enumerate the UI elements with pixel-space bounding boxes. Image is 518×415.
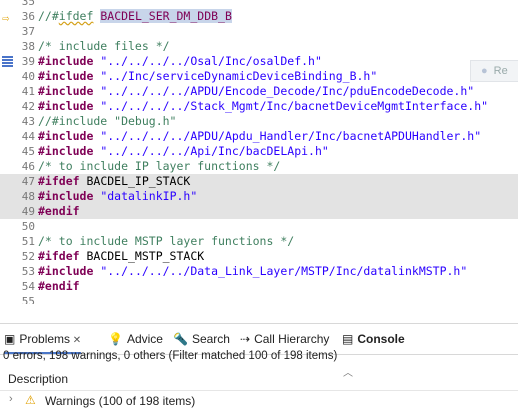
line-number: 50 <box>21 220 35 233</box>
code-line[interactable]: 55 <box>0 294 518 304</box>
description-column-label: Description <box>8 372 69 386</box>
line-number: 35 <box>21 0 35 8</box>
line-number: 41 <box>21 85 35 98</box>
code-text: #include "../Inc/serviceDynamicDeviceBin… <box>38 69 378 83</box>
tab-label: Call Hierarchy <box>254 332 330 346</box>
line-number: 36 <box>21 10 35 23</box>
sort-chevron-icon: ︿ <box>343 368 353 379</box>
code-text: #include "../../../../Stack_Mgmt/Inc/bac… <box>38 99 489 113</box>
code-text: #endif <box>38 204 80 218</box>
code-line[interactable]: 49 #endif <box>0 204 518 219</box>
code-line[interactable]: 46/* to include IP layer functions */ <box>0 159 518 174</box>
problems-column-header[interactable]: Description ︿ <box>0 368 518 391</box>
close-tab-icon[interactable]: ✕ <box>70 335 81 346</box>
line-number: 37 <box>21 25 35 38</box>
code-text: //#include "Debug.h" <box>38 114 177 128</box>
code-line[interactable]: 50 <box>0 219 518 234</box>
line-number: 49 <box>21 205 35 218</box>
code-line[interactable]: 40 #include "../Inc/serviceDynamicDeviceB… <box>0 69 518 84</box>
code-text: //#ifdef BACDEL_SER_DM_DDB_B <box>38 9 232 23</box>
problems-status: 0 errors, 198 warnings, 0 others (Filter… <box>3 350 338 362</box>
code-text: #ifdef BACDEL_IP_STACK <box>38 174 191 188</box>
line-number: 38 <box>21 40 35 53</box>
code-editor[interactable]: 35 36//#ifdef BACDEL_SER_DM_DDB_B ⇨ 37 38/* … <box>0 0 518 304</box>
line-number: 42 <box>21 100 35 113</box>
code-line[interactable]: 54 #endif <box>0 279 518 294</box>
bookmark-marker-icon[interactable] <box>2 56 13 67</box>
line-number: 40 <box>21 70 35 83</box>
expand-chevron-icon[interactable]: › <box>9 393 13 405</box>
code-line[interactable]: 36//#ifdef BACDEL_SER_DM_DDB_B ⇨ <box>0 9 518 24</box>
code-text: #include "../../../../APDU/Apdu_Handler/… <box>38 129 482 143</box>
code-line[interactable]: 47 #ifdef BACDEL_IP_STACK <box>0 174 518 189</box>
code-line[interactable]: 35 <box>0 0 518 9</box>
line-number: 43 <box>21 115 35 128</box>
code-line[interactable]: 41 #include "../../../../APDU/Encode_Deco… <box>0 84 518 99</box>
code-text: #include "../../../../Osal/Inc/osalDef.h… <box>38 54 322 68</box>
code-line[interactable]: 38/* include files */ <box>0 39 518 54</box>
line-number: 46 <box>21 160 35 173</box>
code-text: #include "../../../../Data_Link_Layer/MS… <box>38 264 468 278</box>
code-text: #endif <box>38 279 80 293</box>
warning-icon: ⚠ <box>25 393 36 407</box>
editor-scrollbar[interactable] <box>502 0 518 304</box>
tab-console[interactable]: ▤ Console <box>342 324 405 354</box>
code-line[interactable]: 53 #include "../../../../Data_Link_Layer/… <box>0 264 518 279</box>
tab-label: Console <box>357 332 405 346</box>
problems-row-warnings[interactable]: › ⚠ Warnings (100 of 198 items) <box>0 392 518 410</box>
line-number: 48 <box>21 190 35 203</box>
console-icon: ▤ <box>342 332 354 346</box>
line-number: 54 <box>21 280 35 293</box>
code-line[interactable]: 45 #include "../../../../Api/Inc/bacDELAp… <box>0 144 518 159</box>
code-line[interactable]: 48 #include "datalinkIP.h" <box>0 189 518 204</box>
line-number: 47 <box>21 175 35 188</box>
warnings-label: Warnings (100 of 198 items) <box>45 394 196 408</box>
line-number: 55 <box>21 295 35 304</box>
line-number: 39 <box>21 55 35 68</box>
line-number: 44 <box>21 130 35 143</box>
code-line[interactable]: 43//#include "Debug.h" <box>0 114 518 129</box>
code-line[interactable]: 37 <box>0 24 518 39</box>
code-line[interactable]: 51/* to include MSTP layer functions */ <box>0 234 518 249</box>
code-text: #ifdef BACDEL_MSTP_STACK <box>38 249 205 263</box>
current-position-arrow-icon: ⇨ <box>2 11 10 25</box>
code-text: /* to include MSTP layer functions */ <box>38 234 295 248</box>
code-line[interactable]: 52 #ifdef BACDEL_MSTP_STACK <box>0 249 518 264</box>
code-text: /* include files */ <box>38 39 170 53</box>
code-line[interactable]: 44 #include "../../../../APDU/Apdu_Handle… <box>0 129 518 144</box>
line-number: 51 <box>21 235 35 248</box>
line-number: 45 <box>21 145 35 158</box>
code-text: #include "datalinkIP.h" <box>38 189 198 203</box>
code-text: #include "../../../../Api/Inc/bacDELApi.… <box>38 144 329 158</box>
line-number: 52 <box>21 250 35 263</box>
code-line[interactable]: 42 #include "../../../../Stack_Mgmt/Inc/b… <box>0 99 518 114</box>
tab-label: Advice <box>126 332 163 346</box>
code-text: /* to include IP layer functions */ <box>38 159 281 173</box>
tab-label: Problems <box>19 332 71 346</box>
code-line[interactable]: 39 #include "../../../../Osal/Inc/osalDef… <box>0 54 518 69</box>
tab-label: Search <box>191 332 230 346</box>
code-text: #include "../../../../APDU/Encode_Decode… <box>38 84 475 98</box>
line-number: 53 <box>21 265 35 278</box>
